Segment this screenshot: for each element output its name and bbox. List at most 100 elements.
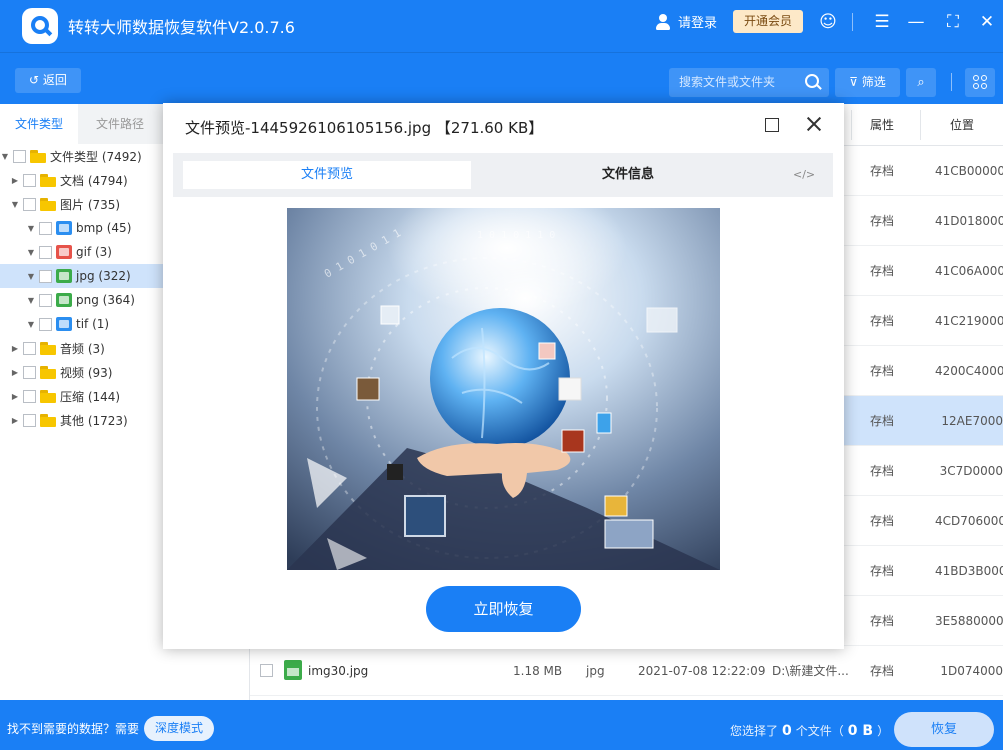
chevron-down-icon[interactable]: ▼ <box>10 200 20 209</box>
app-logo-icon <box>22 8 58 44</box>
file-date: 2021-07-08 12:22:09 <box>638 664 766 678</box>
close-window-icon[interactable]: ✕ <box>977 12 997 32</box>
filter-label: 筛选 <box>861 75 886 89</box>
tree-checkbox[interactable] <box>39 269 52 283</box>
hint-text: 找不到需要的数据？需要 <box>7 722 140 736</box>
chevron-right-icon[interactable]: ▶ <box>10 344 20 353</box>
folder-icon <box>40 413 56 427</box>
fullscreen-icon[interactable]: ⛶ <box>943 12 963 32</box>
filter-button[interactable]: ⊽ 筛选 <box>835 68 900 97</box>
selection-prefix: 您选择了 <box>730 724 779 738</box>
preview-image: 0 1 0 1 0 1 1 1 0 1 0 1 1 0 <box>287 208 720 570</box>
search-list-icon[interactable]: ⌕ <box>906 68 936 97</box>
tree-checkbox[interactable] <box>39 317 52 331</box>
file-attr: 存档 <box>870 414 895 428</box>
file-location: 41C219000 <box>935 314 1003 328</box>
chevron-down-icon[interactable]: ▼ <box>26 272 36 281</box>
vip-button[interactable]: 开通会员 <box>733 10 803 33</box>
tree-checkbox[interactable] <box>23 389 36 403</box>
chevron-down-icon[interactable]: ▼ <box>26 320 36 329</box>
file-attr: 存档 <box>870 214 895 228</box>
file-name: img30.jpg <box>308 664 369 678</box>
file-type: jpg <box>586 664 605 678</box>
tab-file-preview[interactable]: 文件预览 <box>183 161 471 189</box>
support-icon[interactable]: ☺ <box>818 12 838 32</box>
tab-file-path[interactable]: 文件路径 <box>78 104 162 144</box>
user-icon <box>654 13 672 31</box>
tree-item-label: bmp (45) <box>76 221 132 235</box>
column-divider <box>851 110 852 140</box>
divider <box>951 73 952 91</box>
recover-now-button[interactable]: 立即恢复 <box>426 586 581 632</box>
chevron-down-icon[interactable]: ▼ <box>26 296 36 305</box>
tab-file-type[interactable]: 文件类型 <box>0 104 78 144</box>
selection-suffix: ） <box>877 724 890 738</box>
tree-item-label: 音频 (3) <box>60 341 105 356</box>
column-header-attr[interactable]: 属性 <box>870 104 894 146</box>
tree-checkbox[interactable] <box>23 341 36 355</box>
tree-item-label: 其他 (1723) <box>60 413 128 428</box>
tree-checkbox[interactable] <box>23 173 36 187</box>
chevron-down-icon[interactable]: ▼ <box>0 152 10 161</box>
selection-count: 0 <box>782 723 792 739</box>
tree-item-label: jpg (322) <box>76 269 131 283</box>
login-label: 请登录 <box>678 16 718 31</box>
chevron-right-icon[interactable]: ▶ <box>10 416 20 425</box>
column-divider <box>920 110 921 140</box>
minimize-icon[interactable]: — <box>906 12 926 32</box>
code-icon[interactable]: </> <box>793 161 815 189</box>
search-icon[interactable] <box>805 74 819 88</box>
file-attr: 存档 <box>870 614 895 628</box>
tree-checkbox[interactable] <box>13 149 26 163</box>
file-size: 1.18 MB <box>513 664 563 678</box>
folder-icon <box>40 389 56 403</box>
toolbar: ↺ 返回 搜索文件或文件夹 ⊽ 筛选 ⌕ <box>0 52 1003 104</box>
folder-icon <box>40 341 56 355</box>
tree-checkbox[interactable] <box>23 413 36 427</box>
tree-item-label: png (364) <box>76 293 135 307</box>
tree-item-label: tif (1) <box>76 317 110 331</box>
back-button[interactable]: ↺ 返回 <box>15 68 81 93</box>
close-icon[interactable] <box>805 115 823 133</box>
file-location: 1D074000 <box>940 664 1003 678</box>
tab-file-info[interactable]: 文件信息 <box>573 161 683 189</box>
tree-checkbox[interactable] <box>39 221 52 235</box>
menu-icon[interactable]: ☰ <box>872 12 892 32</box>
tree-item-label: 文档 (4794) <box>60 173 128 188</box>
folder-icon <box>40 173 56 187</box>
file-location: 3C7D0000 <box>939 464 1003 478</box>
login-button[interactable]: 请登录 <box>654 12 717 31</box>
file-attr: 存档 <box>870 514 895 528</box>
grid-view-icon[interactable] <box>965 68 995 97</box>
bmp-file-icon <box>56 221 72 235</box>
deep-mode-button[interactable]: 深度模式 <box>144 716 214 741</box>
file-path: D:\新建文件... <box>772 664 849 678</box>
chevron-down-icon[interactable]: ▼ <box>26 224 36 233</box>
column-header-location[interactable]: 位置 <box>950 104 974 146</box>
tree-checkbox[interactable] <box>23 365 36 379</box>
file-location: 4200C4000 <box>935 364 1003 378</box>
chevron-right-icon[interactable]: ▶ <box>10 176 20 185</box>
chevron-right-icon[interactable]: ▶ <box>10 392 20 401</box>
file-attr: 存档 <box>870 564 895 578</box>
gif-file-icon <box>56 245 72 259</box>
file-attr: 存档 <box>870 164 895 178</box>
file-location: 4CD706000 <box>935 514 1003 528</box>
chevron-right-icon[interactable]: ▶ <box>10 368 20 377</box>
dialog-title: 文件预览-1445926106105156.jpg 【271.60 KB】 <box>185 119 544 137</box>
table-row[interactable]: img30.jpg 1.18 MB jpg 2021-07-08 12:22:0… <box>250 646 1003 696</box>
png-file-icon <box>56 293 72 307</box>
maximize-icon[interactable] <box>765 118 779 132</box>
chevron-down-icon[interactable]: ▼ <box>26 248 36 257</box>
file-location: 12AE7000 <box>941 414 1003 428</box>
recover-button[interactable]: 恢复 <box>894 712 994 747</box>
folder-icon <box>40 365 56 379</box>
tree-checkbox[interactable] <box>39 293 52 307</box>
tree-checkbox[interactable] <box>39 245 52 259</box>
row-checkbox[interactable] <box>260 664 273 677</box>
selection-mid: 个文件（ <box>795 724 844 738</box>
file-location: 3E5880000 <box>935 614 1003 628</box>
tree-checkbox[interactable] <box>23 197 36 211</box>
tree-item-label: 视频 (93) <box>60 365 113 380</box>
file-location: 41D018000 <box>935 214 1003 228</box>
